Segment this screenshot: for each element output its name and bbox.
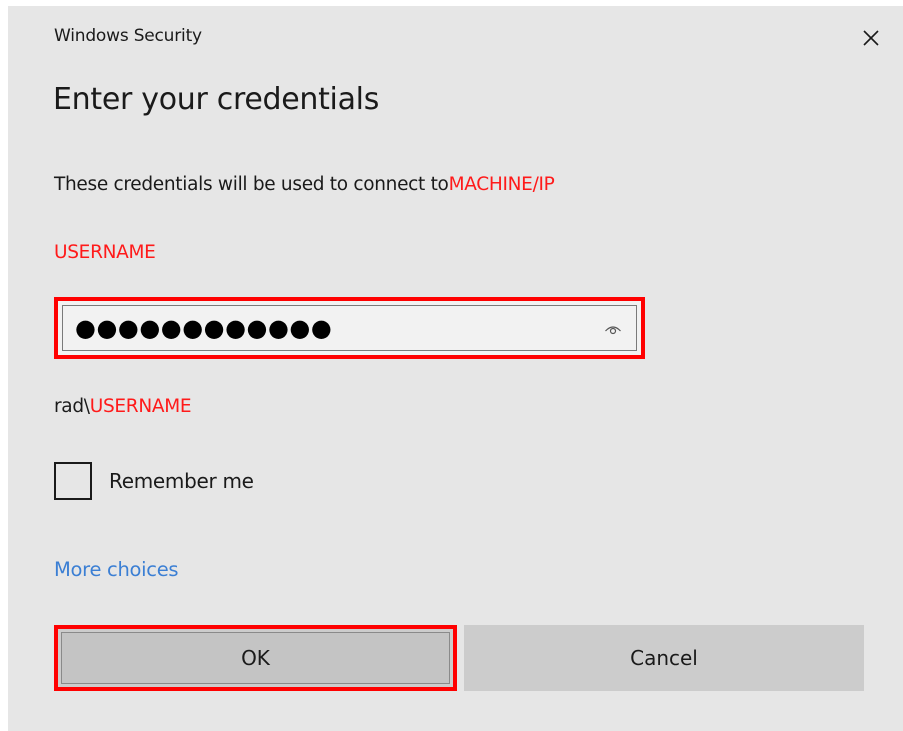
eye-icon xyxy=(605,326,621,335)
password-value: ●●●●●●●●●●●● xyxy=(75,314,333,342)
connection-description: These credentials will be used to connec… xyxy=(54,174,555,195)
remember-me-row[interactable]: Remember me xyxy=(54,462,254,500)
ok-button-label: OK xyxy=(241,646,270,670)
description-text: These credentials will be used to connec… xyxy=(54,174,449,195)
cancel-button-label: Cancel xyxy=(630,646,698,670)
ok-button[interactable]: OK xyxy=(54,625,457,691)
password-input[interactable]: ●●●●●●●●●●●● xyxy=(62,305,637,351)
username-label: USERNAME xyxy=(54,242,156,263)
target-machine: MACHINE/IP xyxy=(448,174,555,195)
page: Windows Security Enter your credentials … xyxy=(0,0,903,731)
account-username: USERNAME xyxy=(89,396,192,417)
remember-me-label: Remember me xyxy=(109,469,254,493)
account-identity: rad\USERNAME xyxy=(54,396,192,417)
window-title: Windows Security xyxy=(54,26,202,46)
ok-button-face[interactable]: OK xyxy=(61,632,450,684)
close-icon xyxy=(863,30,879,46)
password-field-highlight[interactable]: ●●●●●●●●●●●● xyxy=(54,297,645,359)
close-button[interactable] xyxy=(857,24,885,52)
credentials-dialog: Windows Security Enter your credentials … xyxy=(8,6,903,731)
reveal-password-button[interactable] xyxy=(604,321,622,335)
account-domain: rad\ xyxy=(54,396,90,417)
more-choices-link[interactable]: More choices xyxy=(54,558,179,581)
cancel-button[interactable]: Cancel xyxy=(464,625,864,691)
dialog-heading: Enter your credentials xyxy=(53,82,380,117)
remember-me-checkbox[interactable] xyxy=(54,462,92,500)
